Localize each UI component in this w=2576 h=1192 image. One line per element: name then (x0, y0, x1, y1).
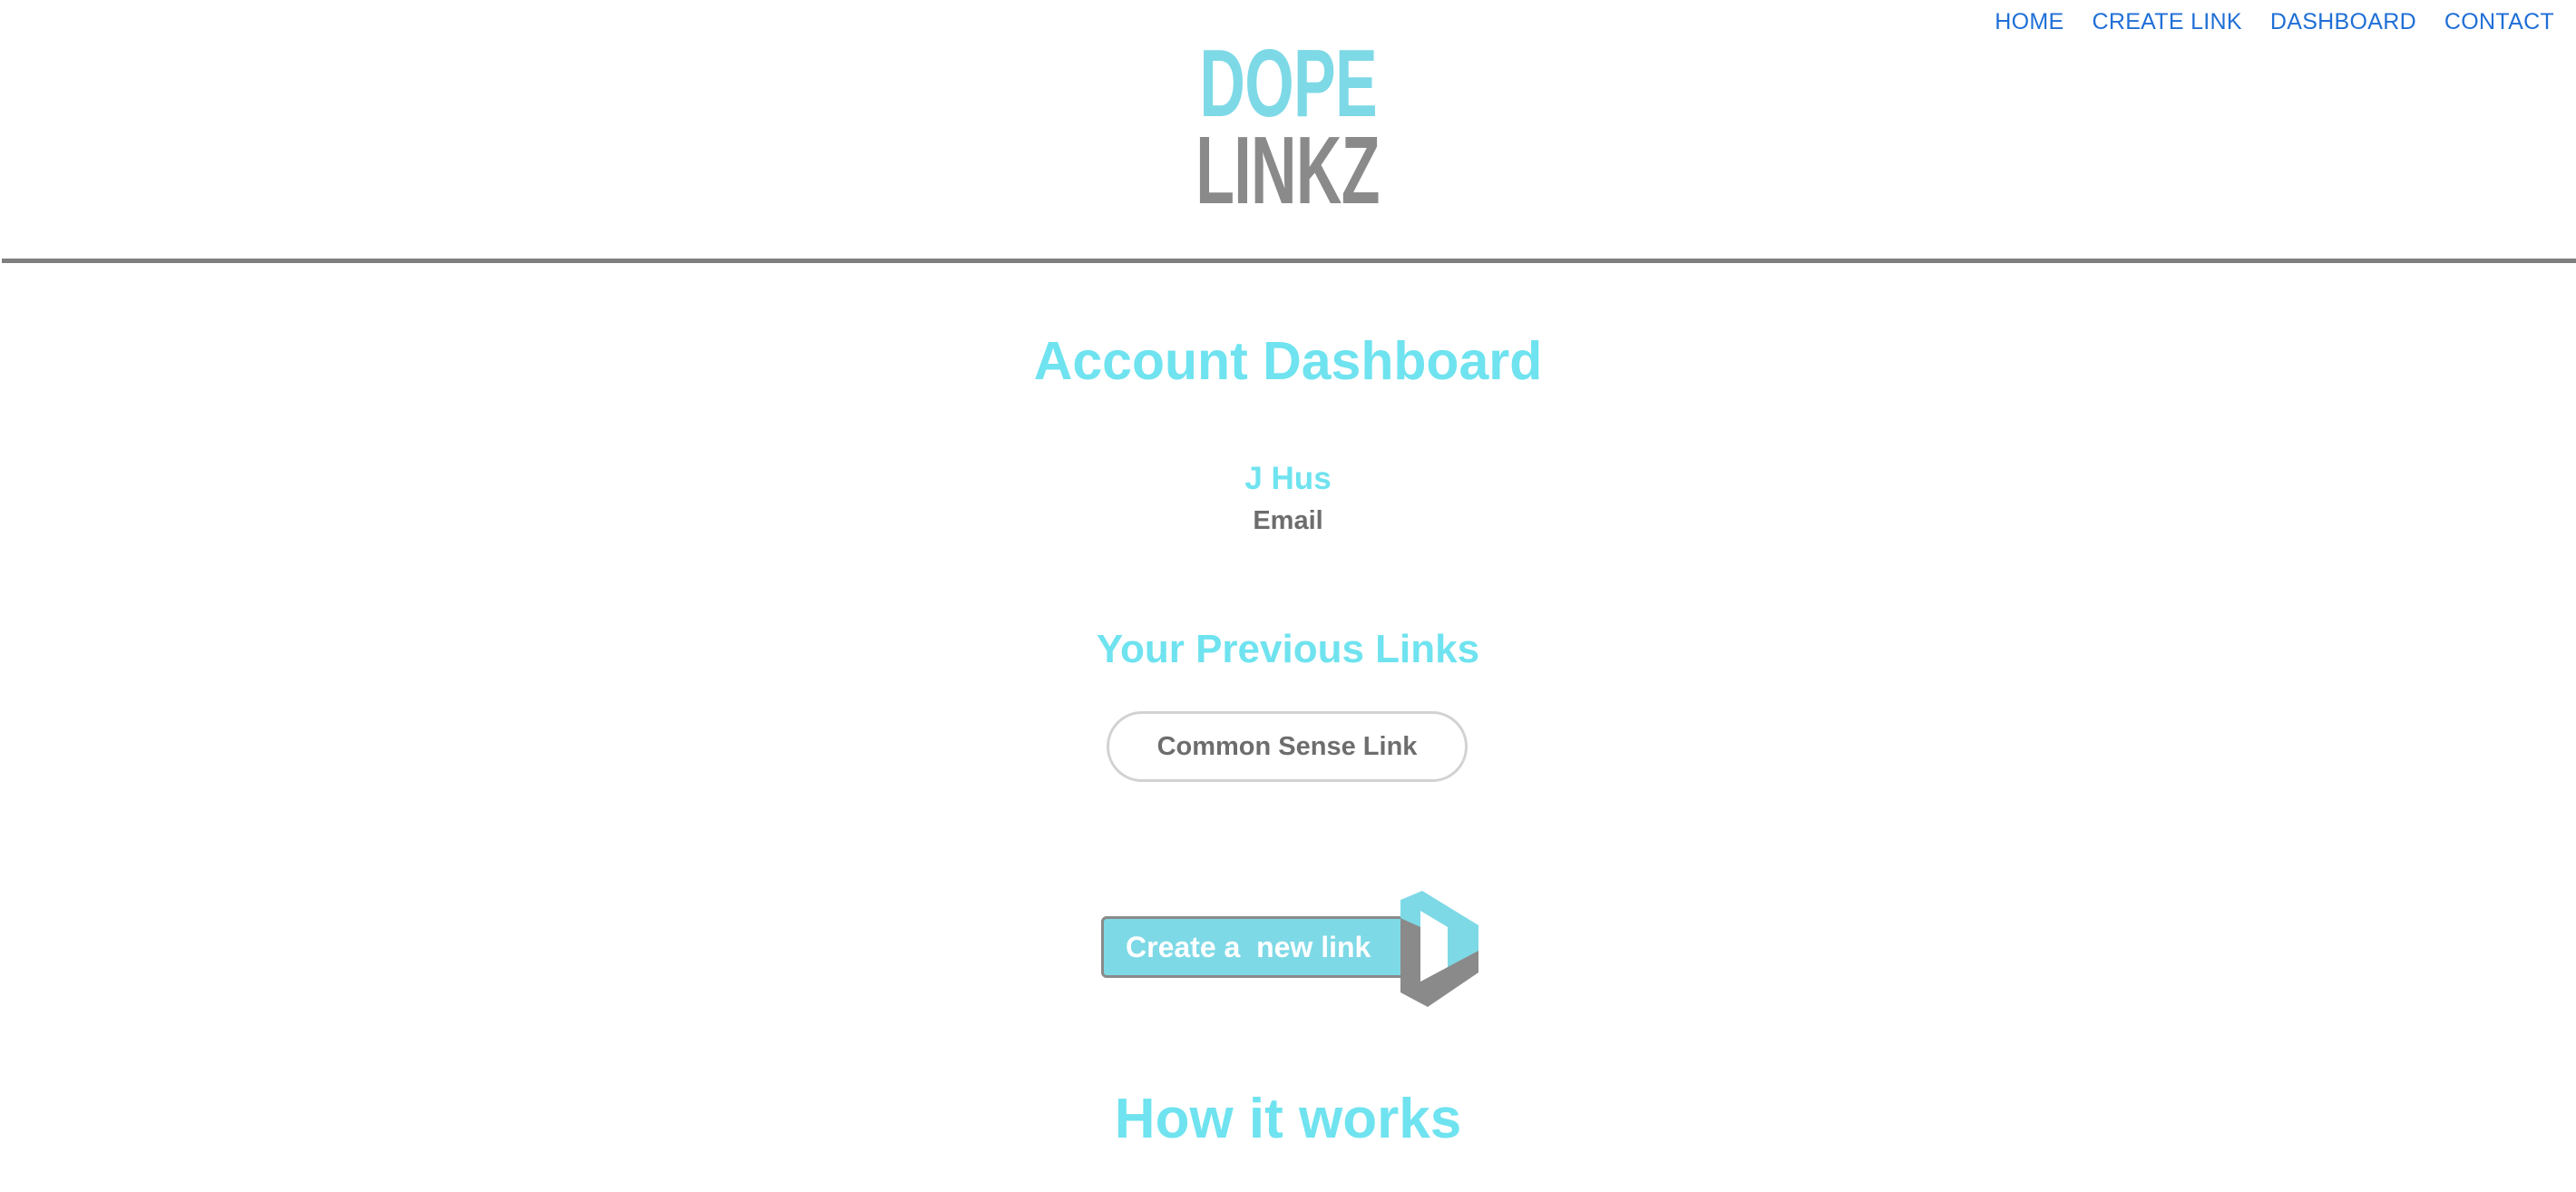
site-logo[interactable]: DOPE LINKZ (1195, 30, 1381, 224)
page: HOME CREATE LINK DASHBOARD CONTACT DOPE … (0, 0, 2576, 1192)
previous-link-button[interactable]: Common Sense Link (1107, 711, 1468, 782)
user-email: Email (1253, 506, 1323, 535)
top-nav: HOME CREATE LINK DASHBOARD CONTACT (1995, 9, 2554, 35)
nav-home-link[interactable]: HOME (1995, 9, 2064, 35)
logo-line-linkz: LINKZ (1195, 117, 1381, 224)
nav-contact-link[interactable]: CONTACT (2444, 9, 2554, 35)
nav-dashboard-link[interactable]: DASHBOARD (2270, 9, 2416, 35)
create-new-link-label: Create a new link (1101, 916, 1410, 978)
user-name: J Hus (1244, 461, 1332, 496)
logo-line-dope: DOPE (1199, 30, 1377, 137)
nav-create-link-link[interactable]: CREATE LINK (2092, 9, 2241, 35)
header-divider (2, 259, 2576, 263)
dope-linkz-d-icon (1400, 891, 1478, 1007)
page-title: Account Dashboard (1033, 331, 1543, 391)
previous-links-heading: Your Previous Links (1096, 627, 1480, 671)
how-it-works-heading: How it works (1114, 1088, 1462, 1150)
create-new-link-button[interactable]: Create a new link (1101, 891, 1478, 1009)
